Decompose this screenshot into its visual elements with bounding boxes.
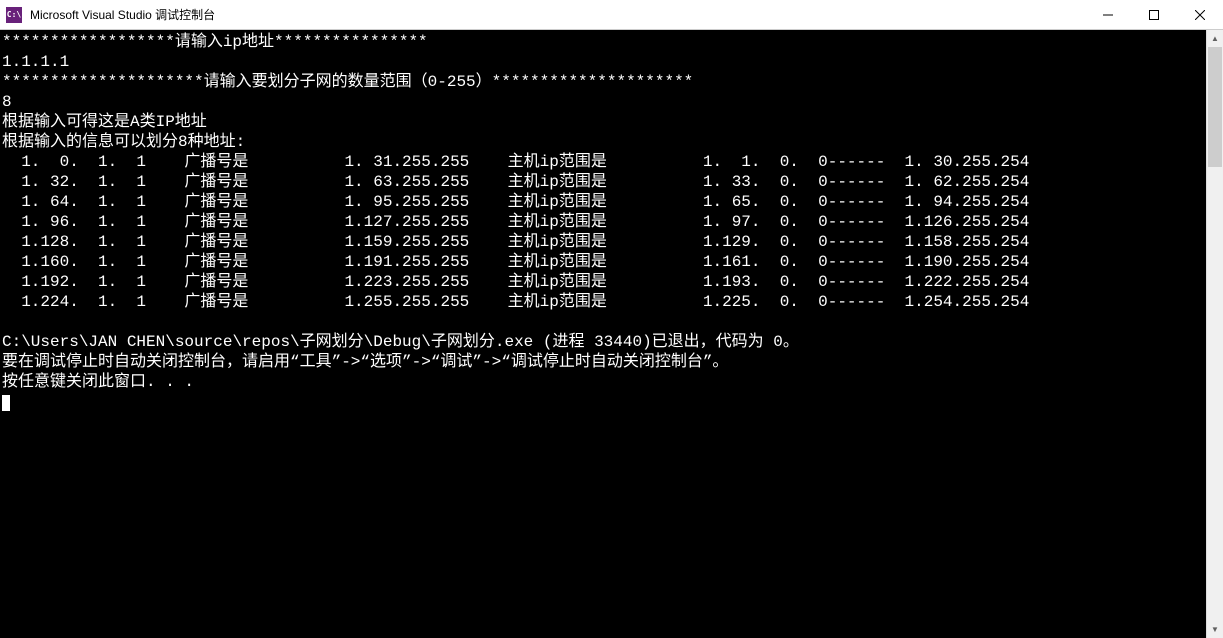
cursor [2,395,10,411]
scroll-up-arrow[interactable]: ▲ [1207,30,1223,47]
titlebar[interactable]: C:\ Microsoft Visual Studio 调试控制台 [0,0,1223,30]
window-title: Microsoft Visual Studio 调试控制台 [30,6,1085,23]
app-icon: C:\ [6,7,22,23]
scroll-down-arrow[interactable]: ▼ [1207,621,1223,638]
maximize-button[interactable] [1131,0,1177,29]
window-controls [1085,0,1223,29]
minimize-button[interactable] [1085,0,1131,29]
scroll-thumb[interactable] [1208,47,1222,167]
console-area: ******************请输入ip地址***************… [0,30,1223,638]
vertical-scrollbar[interactable]: ▲ ▼ [1206,30,1223,638]
console-output[interactable]: ******************请输入ip地址***************… [0,30,1206,638]
close-button[interactable] [1177,0,1223,29]
